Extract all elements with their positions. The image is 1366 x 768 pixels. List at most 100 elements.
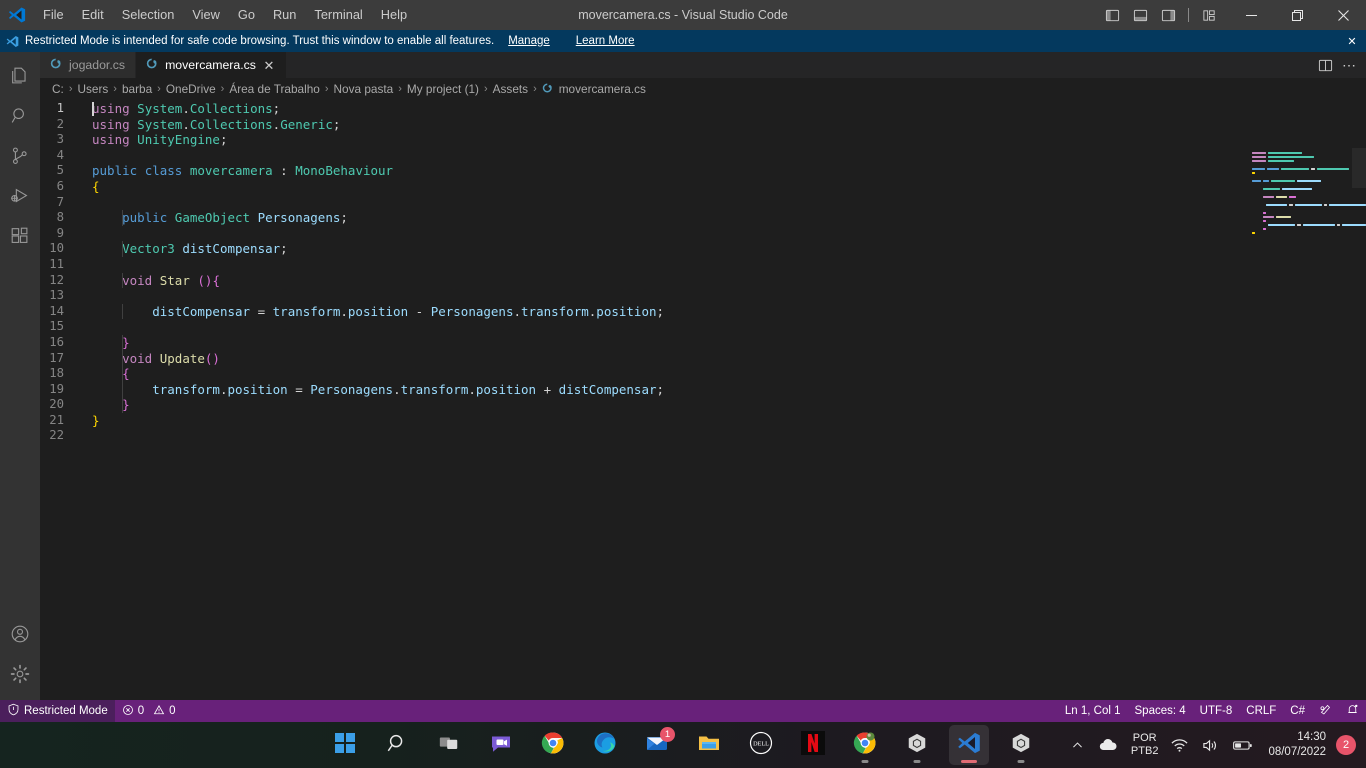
ellipsis-icon[interactable]: ⋯ — [1338, 54, 1360, 76]
activity-settings[interactable] — [0, 656, 40, 696]
status-editor-eol[interactable]: CRLF — [1239, 700, 1283, 722]
taskbar-vscode-button[interactable] — [949, 725, 989, 765]
code-row[interactable]: 1 using System.Collections; — [40, 101, 1366, 117]
taskbar-dell-button[interactable]: DELL — [741, 725, 781, 765]
status-restricted-mode[interactable]: Restricted Mode — [0, 700, 115, 722]
minimize-button[interactable] — [1228, 0, 1274, 30]
tray-onedrive-cloud-icon[interactable] — [1091, 725, 1125, 765]
code-row[interactable]: 13 — [40, 288, 1366, 304]
tray-battery-icon[interactable] — [1226, 725, 1260, 765]
breadcrumb-item-4[interactable]: Área de Trabalho — [229, 82, 320, 96]
activity-accounts[interactable] — [0, 616, 40, 656]
status-feedback[interactable] — [1312, 700, 1339, 722]
taskbar-netflix-button[interactable] — [793, 725, 833, 765]
code-row[interactable]: 10 Vector3 distCompensar; — [40, 241, 1366, 257]
code-row[interactable]: 6{ — [40, 179, 1366, 195]
breadcrumb-item-7[interactable]: Assets — [493, 82, 528, 96]
code-row[interactable]: 15 — [40, 319, 1366, 335]
code-row[interactable]: 14 distCompensar = transform.position - … — [40, 303, 1366, 320]
menu-view[interactable]: View — [184, 4, 228, 26]
code-row[interactable]: 8 public GameObject Personagens; — [40, 210, 1366, 226]
customize-layout-icon[interactable] — [1196, 2, 1222, 28]
taskbar-start-button[interactable] — [325, 725, 365, 765]
code-row[interactable]: 17 void Update() — [40, 350, 1366, 367]
menu-go[interactable]: Go — [230, 4, 263, 26]
line-number: 10 — [49, 241, 64, 256]
trust-manage-link[interactable]: Manage — [508, 35, 550, 47]
code-row[interactable]: 20 } — [40, 397, 1366, 413]
code-row[interactable]: 19 transform.position = Personagens.tran… — [40, 381, 1366, 398]
code-row[interactable]: 7 — [40, 195, 1366, 211]
taskbar-task-view-button[interactable] — [429, 725, 469, 765]
tray-wifi-icon[interactable] — [1164, 725, 1195, 765]
menu-selection[interactable]: Selection — [114, 4, 183, 26]
status-notifications[interactable] — [1339, 700, 1366, 722]
tray-chevron-up-icon[interactable] — [1064, 725, 1091, 765]
editor-tabs: jogador.cs movercamera.cs ✕ ⋯ — [40, 52, 1366, 78]
breadcrumb-item-0[interactable]: C: — [52, 82, 64, 96]
menu-help[interactable]: Help — [373, 4, 415, 26]
code-row[interactable]: 2 using System.Collections.Generic; — [40, 117, 1366, 133]
code-row[interactable]: 9 — [40, 226, 1366, 242]
code-editor[interactable]: 1 using System.Collections; 2 using System.… — [40, 100, 1366, 700]
tray-speaker-icon[interactable] — [1195, 725, 1226, 765]
breadcrumb-item-1[interactable]: Users — [77, 82, 108, 96]
breadcrumb-item-5[interactable]: Nova pasta — [334, 82, 394, 96]
breadcrumb-item-3[interactable]: OneDrive — [166, 82, 216, 96]
code-row[interactable]: 12 void Star (){ — [40, 272, 1366, 289]
tray-clock[interactable]: 14:30 08/07/2022 — [1260, 730, 1334, 760]
code-row[interactable]: 3 using UnityEngine; — [40, 132, 1366, 148]
menu-edit[interactable]: Edit — [74, 4, 112, 26]
tray-notification-badge[interactable]: 2 — [1336, 735, 1356, 755]
code-row[interactable]: 22 — [40, 428, 1366, 444]
menu-terminal[interactable]: Terminal — [306, 4, 370, 26]
status-editor-language[interactable]: C# — [1283, 700, 1312, 722]
code-row[interactable]: 21} — [40, 413, 1366, 429]
taskbar-search-button[interactable] — [377, 725, 417, 765]
activity-run-debug[interactable] — [0, 178, 40, 218]
close-button[interactable] — [1320, 0, 1366, 30]
toggle-primary-sidebar-icon[interactable] — [1099, 2, 1125, 28]
code-row[interactable]: 11 — [40, 257, 1366, 273]
status-editor-encoding[interactable]: UTF-8 — [1193, 700, 1240, 722]
maximize-button[interactable] — [1274, 0, 1320, 30]
activity-explorer[interactable] — [0, 58, 40, 98]
code-row[interactable]: 18 { — [40, 366, 1366, 382]
tray-language-indicator[interactable]: POR PTB2 — [1125, 732, 1165, 758]
taskbar-mail-button[interactable]: 1 — [637, 725, 677, 765]
code-text: Vector3 distCompensar; — [122, 241, 288, 257]
status-editor-indentation[interactable]: Spaces: 4 — [1128, 700, 1193, 722]
breadcrumb-item-2[interactable]: barba — [122, 82, 152, 96]
split-editor-icon[interactable] — [1314, 54, 1336, 76]
tab-jogador-cs[interactable]: jogador.cs — [40, 52, 137, 78]
trust-banner-close-icon[interactable]: ✕ — [1344, 33, 1360, 49]
taskbar-unity-editor-button[interactable] — [1001, 725, 1041, 765]
activity-source-control[interactable] — [0, 138, 40, 178]
menu-run[interactable]: Run — [265, 4, 304, 26]
code-row[interactable]: 4 — [40, 148, 1366, 164]
tab-close-icon[interactable]: ✕ — [262, 58, 276, 72]
toggle-panel-icon[interactable] — [1127, 2, 1153, 28]
taskbar-unity-hub-button[interactable] — [897, 725, 937, 765]
code-row[interactable]: 5 public class movercamera : MonoBehaviou… — [40, 163, 1366, 179]
taskbar-chrome-window-button[interactable] — [845, 725, 885, 765]
toggle-secondary-sidebar-icon[interactable] — [1155, 2, 1181, 28]
code-text: void Star (){ — [122, 272, 220, 289]
taskbar-edge-button[interactable] — [585, 725, 625, 765]
taskbar-chat-button[interactable] — [481, 725, 521, 765]
status-problems[interactable]: 0 0 — [115, 700, 183, 722]
source-control-icon — [9, 145, 31, 172]
tab-movercamera-cs[interactable]: movercamera.cs ✕ — [136, 52, 287, 78]
taskbar-chrome-button[interactable] — [533, 725, 573, 765]
trust-learn-more-link[interactable]: Learn More — [576, 35, 635, 47]
editor-minimap[interactable] — [1246, 148, 1366, 700]
code-row[interactable]: 16 } — [40, 334, 1366, 351]
status-editor-position[interactable]: Ln 1, Col 1 — [1058, 700, 1128, 722]
breadcrumb-item-6[interactable]: My project (1) — [407, 82, 479, 96]
activity-search[interactable] — [0, 98, 40, 138]
menu-file[interactable]: File — [35, 4, 72, 26]
breadcrumb-item-file[interactable]: movercamera.cs — [542, 82, 646, 97]
minimap-slider[interactable] — [1352, 148, 1366, 188]
activity-extensions[interactable] — [0, 218, 40, 258]
taskbar-file-explorer-button[interactable] — [689, 725, 729, 765]
